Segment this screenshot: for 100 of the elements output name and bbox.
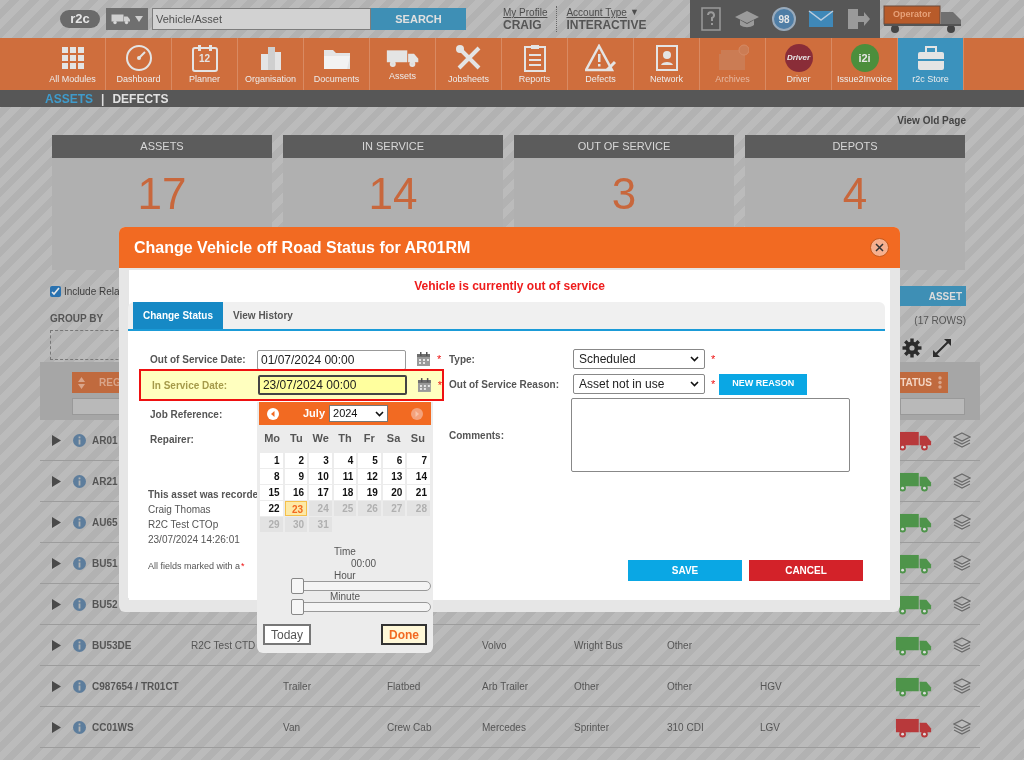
weekday-label: Tu: [289, 430, 304, 446]
table-cell-text: Other: [574, 679, 599, 694]
logo[interactable]: r2c: [60, 10, 100, 28]
field-label: In Service Date:: [152, 378, 229, 393]
exit-icon[interactable]: [846, 8, 870, 30]
view-old-page-link[interactable]: View Old Page: [897, 113, 966, 128]
expand-row-icon[interactable]: [52, 434, 61, 446]
calendar-day[interactable]: 3: [309, 453, 332, 468]
registration-cell-text: AR01: [92, 433, 118, 448]
calendar-icon[interactable]: [416, 376, 433, 394]
calendar-day[interactable]: 16: [284, 485, 308, 500]
calendar-day[interactable]: 20: [382, 485, 406, 500]
registration-cell-text: BU53DE: [92, 638, 132, 653]
info-icon[interactable]: [73, 720, 86, 734]
layers-icon[interactable]: [953, 555, 971, 571]
help-icon[interactable]: [700, 7, 722, 31]
graduation-cap-icon[interactable]: [734, 9, 760, 29]
tab[interactable]: Change Status: [133, 302, 223, 329]
previous-month-icon[interactable]: [267, 407, 279, 420]
subnav-tab[interactable]: DEFECTS: [112, 89, 169, 108]
caret-icon: [135, 16, 143, 22]
date-field[interactable]: 01/07/2024 00:00: [257, 349, 406, 370]
close-button[interactable]: [870, 238, 889, 257]
comments-field[interactable]: [571, 398, 850, 472]
calendar-day[interactable]: 14: [407, 469, 430, 484]
calendar-day[interactable]: 10: [309, 469, 332, 484]
settings-icon[interactable]: [902, 338, 922, 358]
cancel-button[interactable]: CANCEL: [749, 560, 863, 581]
calendar-day[interactable]: 1: [260, 453, 283, 468]
calendar-day[interactable]: 15: [260, 485, 283, 500]
search-field[interactable]: Vehicle/Asset: [152, 8, 371, 30]
calendar-day[interactable]: 12: [358, 469, 381, 484]
calendar-day[interactable]: 22: [260, 501, 283, 516]
layers-icon[interactable]: [953, 678, 971, 694]
layers-icon[interactable]: [953, 719, 971, 735]
year-dropdown[interactable]: 2024: [329, 405, 388, 422]
expand-row-icon[interactable]: [52, 475, 61, 487]
required-mark: *: [711, 351, 716, 367]
profile-link[interactable]: My Profile: [503, 6, 548, 19]
calendar-day[interactable]: 9: [284, 469, 308, 484]
calendar-day[interactable]: 2: [284, 453, 308, 468]
slider-label: Minute: [330, 591, 360, 602]
today-button[interactable]: Today: [263, 624, 312, 645]
slider-thumb[interactable]: [291, 599, 304, 615]
calendar-day[interactable]: 11: [333, 469, 357, 484]
account-type-link[interactable]: Account Type: [566, 6, 627, 19]
info-icon[interactable]: [73, 556, 86, 570]
tab[interactable]: View History: [223, 302, 303, 329]
expand-row-icon[interactable]: [52, 680, 61, 692]
info-icon[interactable]: [73, 638, 86, 652]
expand-row-icon[interactable]: [52, 721, 61, 733]
slider-track[interactable]: [291, 602, 431, 612]
truck-icon: [883, 4, 963, 34]
calendar-day[interactable]: 5: [358, 453, 381, 468]
calendar-day[interactable]: 7: [407, 453, 430, 468]
calendar-day[interactable]: 18: [333, 485, 357, 500]
dialog-title: Change Vehicle off Road Status for AR01RM: [134, 237, 471, 258]
layers-icon[interactable]: [953, 514, 971, 530]
slider-track[interactable]: [291, 581, 431, 591]
checkbox[interactable]: [50, 286, 61, 297]
date-field[interactable]: 23/07/2024 00:00: [257, 375, 407, 395]
expand-row-icon[interactable]: [52, 598, 61, 610]
mail-icon[interactable]: [808, 10, 834, 28]
expand-row-icon[interactable]: [52, 557, 61, 569]
info-icon[interactable]: [73, 474, 86, 488]
info-icon[interactable]: [73, 597, 86, 611]
card-value: 14: [367, 170, 419, 218]
calendar-icon[interactable]: [416, 351, 432, 368]
layers-icon[interactable]: [953, 596, 971, 612]
field-label: Job Reference:: [150, 408, 223, 422]
note-line: 23/07/2024 14:26:01: [148, 533, 240, 547]
dropdown[interactable]: Asset not in use: [573, 374, 705, 394]
layers-icon[interactable]: [953, 473, 971, 489]
field-label: Out of Service Reason:: [449, 377, 561, 392]
layers-icon[interactable]: [953, 432, 971, 448]
info-icon[interactable]: [73, 515, 86, 529]
dropdown[interactable]: Scheduled: [573, 349, 705, 369]
calendar-day[interactable]: 6: [382, 453, 406, 468]
calendar-day[interactable]: 13: [382, 469, 406, 484]
calendar-day[interactable]: 17: [309, 485, 332, 500]
info-icon[interactable]: [73, 433, 86, 447]
check-icon: [51, 287, 60, 296]
filter-field[interactable]: [900, 398, 965, 415]
truck-icon: [385, 47, 420, 69]
status-notice: Vehicle is currently out of service: [413, 278, 606, 295]
calendar-day[interactable]: 8: [260, 469, 283, 484]
calendar-day[interactable]: 21: [407, 485, 430, 500]
close-icon: [875, 243, 884, 252]
expand-row-icon[interactable]: [52, 639, 61, 651]
chevron-down-icon: [690, 381, 699, 387]
calendar-day[interactable]: 19: [358, 485, 381, 500]
layers-icon[interactable]: [953, 637, 971, 653]
vehicle-type-dropdown[interactable]: [106, 8, 148, 30]
slider-thumb[interactable]: [291, 578, 304, 594]
calendar-day[interactable]: 4: [333, 453, 357, 468]
expand-row-icon[interactable]: [52, 516, 61, 528]
expand-icon[interactable]: [932, 338, 952, 358]
score-badge[interactable]: 98: [772, 7, 796, 31]
time-label: Time: [334, 546, 356, 558]
info-icon[interactable]: [73, 679, 86, 693]
